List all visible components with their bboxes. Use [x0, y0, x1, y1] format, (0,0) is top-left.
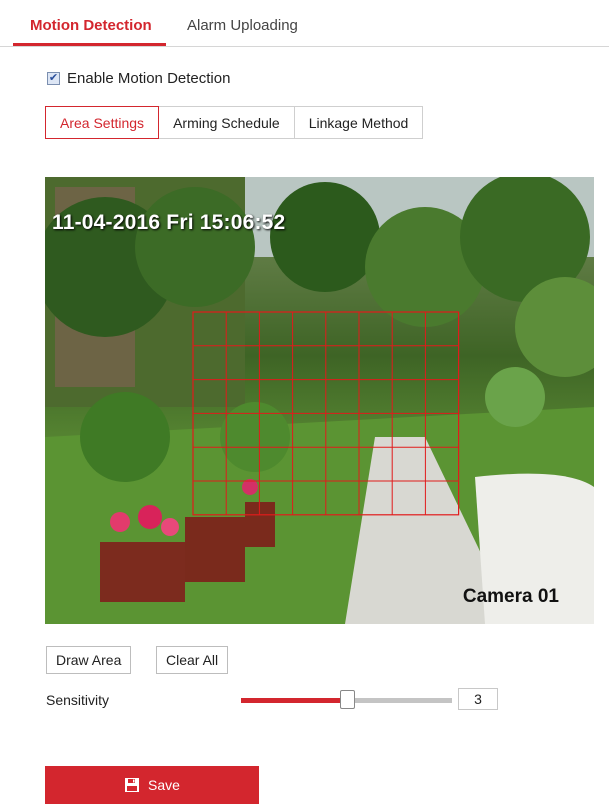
enable-motion-label: Enable Motion Detection [67, 69, 231, 87]
enable-motion-row: ✔ Enable Motion Detection [47, 69, 230, 87]
tab-alarm-uploading[interactable]: Alarm Uploading [187, 17, 298, 34]
checkmark-icon: ✔ [48, 71, 59, 84]
sensitivity-label: Sensitivity [46, 692, 110, 708]
save-button-label: Save [148, 777, 180, 793]
sensitivity-value-input[interactable]: 3 [458, 688, 498, 710]
tab-motion-detection[interactable]: Motion Detection [30, 17, 152, 34]
subtab-arming-schedule[interactable]: Arming Schedule [159, 106, 295, 139]
floppy-disk-icon [124, 777, 140, 793]
subtab-linkage-method[interactable]: Linkage Method [294, 106, 424, 139]
draw-area-button[interactable]: Draw Area [46, 646, 132, 674]
subtab-area-settings[interactable]: Area Settings [45, 106, 160, 139]
camera-name-label: Camera 01 [462, 586, 559, 607]
clear-all-button[interactable]: Clear All [156, 646, 229, 674]
motion-area-grid[interactable] [45, 177, 594, 624]
sensitivity-slider-fill [241, 698, 347, 703]
enable-motion-checkbox[interactable]: ✔ [47, 71, 60, 85]
camera-live-view[interactable]: 11-04-2016 Fri 15:06:52 Camera 01 [45, 177, 594, 624]
camera-timestamp: 11-04-2016 Fri 15:06:52 [52, 211, 286, 234]
active-tab-indicator [13, 43, 166, 46]
save-button[interactable]: Save [45, 766, 259, 804]
top-tab-bar: Motion Detection Alarm Uploading [0, 0, 609, 47]
sensitivity-slider-thumb[interactable] [339, 690, 355, 709]
settings-subtabs: Area Settings Arming Schedule Linkage Me… [45, 106, 424, 139]
